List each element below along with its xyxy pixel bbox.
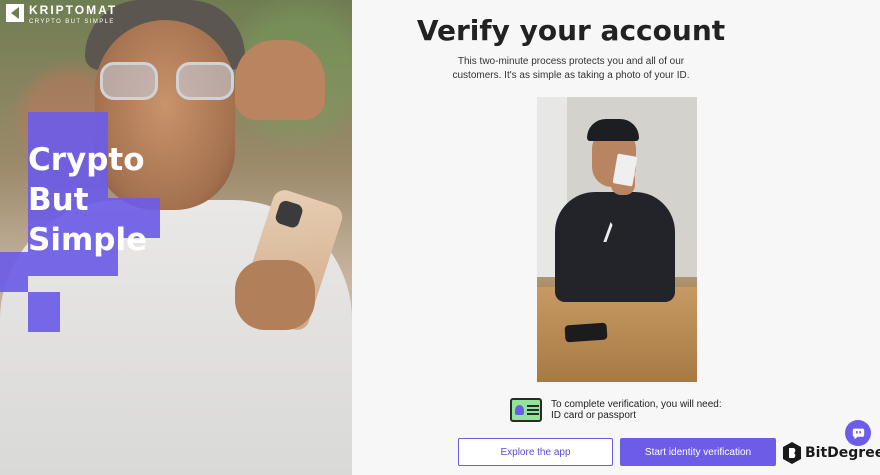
brand-logo[interactable]: KRIPTOMAT CRYPTO BUT SIMPLE [6,4,117,25]
bitdegree-watermark: BitDegree [782,441,880,465]
verification-requirements: To complete verification, you will need:… [510,398,722,422]
hero-slogan: Crypto But Simple [28,140,147,260]
hero-panel: KRIPTOMAT CRYPTO BUT SIMPLE Crypto But S… [0,0,352,475]
slogan-line: Simple [28,222,148,258]
verification-content: Verify your account This two-minute proc… [352,0,880,475]
start-verification-button[interactable]: Start identity verification [620,438,776,466]
slogan-line: But [28,182,89,218]
decor-block [0,252,28,292]
hero-glasses [100,62,240,102]
hero-hand [235,260,315,330]
id-card-icon [510,398,542,422]
example-person-cap [587,119,639,141]
phone-on-table [564,322,608,343]
page-title: Verify your account [416,14,726,47]
brand-name: KRIPTOMAT [29,3,118,17]
explore-app-button[interactable]: Explore the app [458,438,613,466]
hero-raised-hand [235,40,325,120]
verification-example-image [537,97,697,382]
slogan-line: Crypto [28,142,145,178]
requirement-text: To complete verification, you will need: [551,399,722,410]
watermark-text: BitDegree [805,445,880,461]
page-subtitle: This two-minute process protects you and… [452,56,690,81]
decor-block [28,292,60,332]
kriptomat-logo-icon [6,4,24,22]
example-person-torso [555,192,675,302]
brand-tagline: CRYPTO BUT SIMPLE [29,19,115,25]
requirement-detail: ID card or passport [551,410,637,421]
bitdegree-logo-icon [783,442,801,464]
